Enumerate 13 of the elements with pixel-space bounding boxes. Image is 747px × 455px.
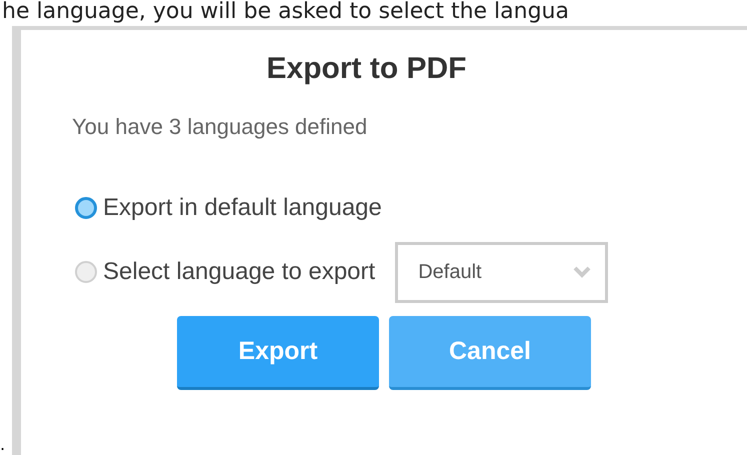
caption-text: he language, you will be asked to select the langua: [1, 0, 570, 26]
option-label: Select language to export: [103, 258, 376, 286]
radio-button[interactable]: [75, 197, 97, 219]
dialog-title: Export to PDF: [266, 52, 468, 86]
language-count-text: You have 3 languages defined: [72, 114, 368, 140]
export-button[interactable]: Export: [177, 316, 379, 390]
trailing-period: .: [0, 437, 6, 453]
language-dropdown[interactable]: Default: [395, 242, 608, 302]
cancel-button[interactable]: Cancel: [389, 316, 591, 390]
option-label: Export in default language: [103, 194, 382, 222]
dropdown-value: Default: [418, 260, 482, 284]
chevron-down-icon: [573, 266, 592, 278]
radio-button[interactable]: [75, 261, 97, 283]
